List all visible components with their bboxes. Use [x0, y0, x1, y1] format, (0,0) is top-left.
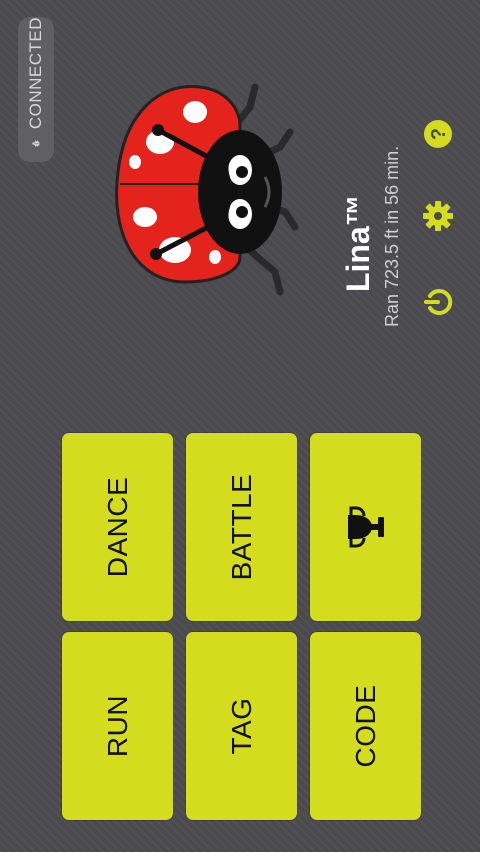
trophy-icon — [347, 506, 384, 548]
robot-stats: Ran 723.5 ft in 56 min. — [382, 145, 402, 327]
help-icon: ? — [424, 120, 452, 148]
connection-status-label: CONNECTED — [26, 17, 45, 130]
landscape-frame: CONNECTED Lina™ Ran 723.5 ft in 56 min. … — [0, 0, 480, 852]
svg-text:?: ? — [428, 128, 450, 140]
tag-button[interactable]: TAG — [186, 632, 297, 820]
settings-button[interactable] — [420, 198, 456, 234]
bug-icon — [32, 140, 40, 147]
help-button[interactable]: ? — [420, 116, 456, 152]
gear-icon — [423, 201, 453, 231]
power-icon — [424, 289, 453, 315]
battle-button[interactable]: BATTLE — [186, 433, 297, 621]
ladybug-robot-image — [115, 83, 299, 296]
power-button[interactable] — [420, 284, 456, 320]
trophy-button[interactable] — [310, 433, 421, 621]
dance-button[interactable]: DANCE — [62, 433, 173, 621]
run-button[interactable]: RUN — [62, 632, 173, 820]
robot-name: Lina™ — [340, 194, 376, 292]
connection-status: CONNECTED — [18, 17, 54, 162]
code-button[interactable]: CODE — [310, 632, 421, 820]
